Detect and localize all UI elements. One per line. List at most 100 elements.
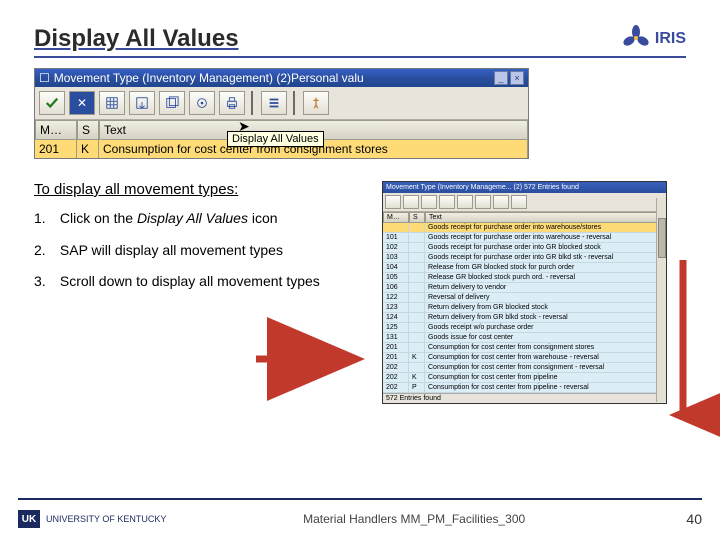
iris-logo: IRIS — [621, 24, 686, 54]
mini-title: Movement Type (Inventory Manageme... (2)… — [383, 182, 666, 193]
cell-text: Consumption for cost center from consign… — [425, 343, 666, 352]
cell-code: 123 — [383, 303, 409, 312]
cell-text: Consumption for cost center from warehou… — [425, 353, 666, 362]
list-item[interactable]: 131Goods issue for cost center — [383, 333, 666, 343]
cancel-button[interactable]: ✕ — [69, 91, 95, 115]
col-m[interactable]: M… — [35, 120, 77, 140]
mini-rows[interactable]: Goods receipt for purchase order into wa… — [383, 223, 666, 393]
spreadsheet-button[interactable] — [99, 91, 125, 115]
step-1-a: Click on the — [60, 210, 137, 226]
cell-s: K — [409, 353, 425, 362]
cell-code: 103 — [383, 253, 409, 262]
step-1-em: Display All Values — [137, 210, 248, 226]
cell-s: P — [409, 383, 425, 392]
mini-col-text[interactable]: Text — [425, 212, 666, 223]
mini-button[interactable] — [421, 195, 437, 209]
mini-button[interactable] — [475, 195, 491, 209]
mini-button[interactable] — [385, 195, 401, 209]
list-button[interactable] — [261, 91, 287, 115]
minimize-icon[interactable]: _ — [494, 71, 508, 85]
step-2: 2. SAP will display all movement types — [34, 242, 364, 260]
cell-code: 124 — [383, 313, 409, 322]
cell-s — [409, 313, 425, 322]
cell-text: Goods receipt w/o purchase order — [425, 323, 666, 332]
multi-button[interactable] — [159, 91, 185, 115]
list-item[interactable]: 124 Return delivery from GR blkd stock - … — [383, 313, 666, 323]
page-number: 40 — [662, 511, 702, 527]
cell-text: Return delivery from GR blocked stock — [425, 303, 666, 312]
step-3: 3. Scroll down to display all movement t… — [34, 273, 364, 291]
cell-s — [409, 253, 425, 262]
cell-code — [383, 223, 409, 232]
toolbar: ✕ — [35, 87, 528, 120]
list-item[interactable]: 123 Return delivery from GR blocked stock — [383, 303, 666, 313]
mini-toolbar — [383, 193, 666, 212]
list-item[interactable]: 105 Release GR blocked stock purch ord. -… — [383, 273, 666, 283]
list-item[interactable]: 202PConsumption for cost center from pip… — [383, 383, 666, 393]
mini-button[interactable] — [457, 195, 473, 209]
mini-button[interactable] — [493, 195, 509, 209]
uk-box: UK — [18, 510, 40, 528]
mini-window: Movement Type (Inventory Manageme... (2)… — [382, 181, 667, 404]
close-icon[interactable]: × — [510, 71, 524, 85]
cell-text: Return delivery from GR blkd stock - rev… — [425, 313, 666, 322]
list-item[interactable]: 201KConsumption for cost center from war… — [383, 353, 666, 363]
mini-col-s[interactable]: S — [409, 212, 425, 223]
window-icon: ☐ — [39, 71, 50, 85]
col-s[interactable]: S — [77, 120, 99, 140]
cell-code: 201 — [383, 343, 409, 352]
step-1: 1. Click on the Display All Values icon — [34, 210, 364, 228]
list-item[interactable]: 125Goods receipt w/o purchase order — [383, 323, 666, 333]
page-title: Display All Values — [34, 25, 239, 53]
list-item[interactable]: 202Consumption for cost center from cons… — [383, 363, 666, 373]
list-item[interactable]: 104Release from GR blocked stock for pur… — [383, 263, 666, 273]
cell-code: 101 — [383, 233, 409, 242]
mini-button[interactable] — [403, 195, 419, 209]
list-item[interactable]: 201 Consumption for cost center from cons… — [383, 343, 666, 353]
window-title-text: Movement Type (Inventory Management) (2)… — [54, 71, 490, 85]
cell-s — [409, 323, 425, 332]
separator-icon — [293, 91, 297, 115]
list-item[interactable]: 101Goods receipt for purchase order into… — [383, 233, 666, 243]
cell-s — [409, 243, 425, 252]
list-item[interactable]: 102 Goods receipt for purchase order into… — [383, 243, 666, 253]
cell-s — [409, 263, 425, 272]
list-item[interactable]: 106Return delivery to vendor — [383, 283, 666, 293]
cell-text: Goods receipt for purchase order into GR… — [425, 243, 666, 252]
iris-icon — [621, 24, 651, 54]
display-all-values-button[interactable] — [189, 91, 215, 115]
pin-button[interactable] — [303, 91, 329, 115]
list-item[interactable]: 122Reversal of delivery — [383, 293, 666, 303]
cell-s — [409, 223, 425, 232]
list-item[interactable]: Goods receipt for purchase order into wa… — [383, 223, 666, 233]
step-num-1: 1. — [34, 210, 56, 228]
cell-code: 131 — [383, 333, 409, 342]
mini-col-m[interactable]: M… — [383, 212, 409, 223]
cell-code: 102 — [383, 243, 409, 252]
insert-button[interactable] — [129, 91, 155, 115]
title-row: Display All Values IRIS — [34, 24, 686, 58]
step-1-b: icon — [248, 210, 278, 226]
cell-text: Release GR blocked stock purch ord. - re… — [425, 273, 666, 282]
cell-s — [409, 303, 425, 312]
mini-status: 572 Entries found — [383, 393, 666, 403]
scrollbar-thumb[interactable] — [658, 218, 666, 258]
iris-text: IRIS — [655, 30, 686, 47]
cell-s — [409, 273, 425, 282]
cell-code: 202 — [383, 383, 409, 392]
cell-s — [409, 293, 425, 302]
mini-button[interactable] — [511, 195, 527, 209]
list-item[interactable]: 202KConsumption for cost center from pip… — [383, 373, 666, 383]
step-3-text: Scroll down to display all movement type… — [60, 273, 320, 289]
list-item[interactable]: 103Goods receipt for purchase order into… — [383, 253, 666, 263]
cell-text: Return delivery to vendor — [425, 283, 666, 292]
mini-button[interactable] — [439, 195, 455, 209]
arrow-down-icon — [672, 260, 694, 435]
cell-s: K — [77, 140, 99, 158]
cell-code: 202 — [383, 373, 409, 382]
cell-code: 105 — [383, 273, 409, 282]
print-button[interactable] — [219, 91, 245, 115]
uk-text: UNIVERSITY OF KENTUCKY — [46, 514, 166, 524]
confirm-button[interactable] — [39, 91, 65, 115]
scrollbar[interactable] — [656, 198, 666, 402]
